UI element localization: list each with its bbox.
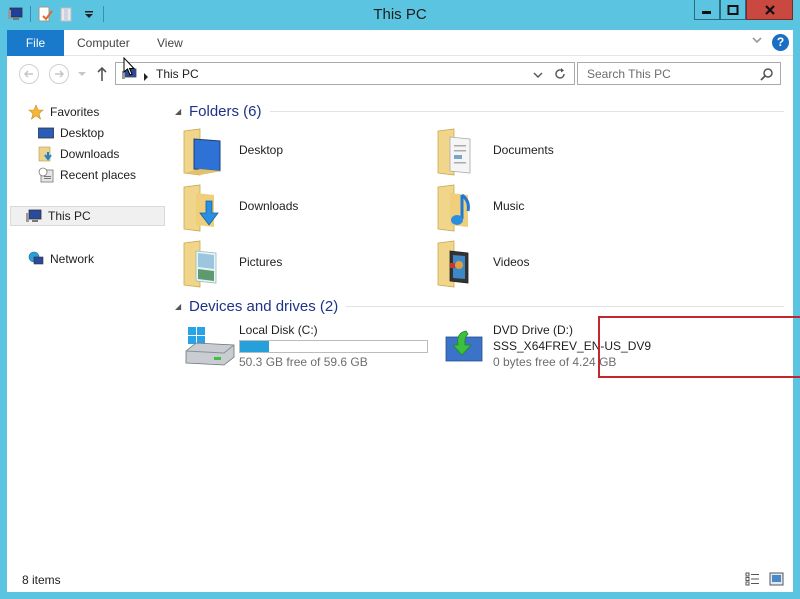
folder-name: Videos [493, 255, 530, 269]
desktop-folder-icon [183, 128, 222, 176]
sidebar-item-recent-places[interactable]: Recent places [38, 165, 136, 185]
collapse-triangle-icon[interactable]: ◢ [172, 302, 189, 311]
group-divider [269, 110, 784, 112]
up-arrow-icon [97, 66, 107, 81]
tab-view[interactable]: View [157, 30, 183, 56]
window-title: This PC [373, 6, 427, 23]
up-button[interactable] [96, 66, 108, 85]
chevron-down-icon [752, 37, 762, 44]
star-icon [28, 104, 44, 120]
group-divider [346, 305, 784, 307]
collapse-triangle-icon[interactable]: ◢ [172, 107, 189, 116]
search-icon[interactable] [760, 67, 774, 84]
dvd-drive-icon [445, 330, 483, 362]
sidebar-item-label: Recent places [60, 168, 137, 182]
folder-documents[interactable]: Documents [426, 125, 666, 179]
refresh-button[interactable] [553, 67, 567, 84]
sidebar-item-label: Network [50, 252, 95, 266]
folder-pictures[interactable]: Pictures [172, 237, 412, 291]
maximize-button[interactable] [720, 0, 746, 20]
folder-music[interactable]: Music [426, 181, 666, 235]
forward-arrow-icon [55, 70, 65, 78]
tab-computer[interactable]: Computer [77, 30, 130, 56]
back-button[interactable] [19, 64, 39, 84]
drive-free-space: 50.3 GB free of 59.6 GB [239, 355, 368, 369]
videos-folder-icon [437, 240, 469, 288]
search-input[interactable]: Search This PC [587, 67, 671, 81]
breadcrumb-separator-icon[interactable] [143, 70, 149, 84]
folder-name: Documents [493, 143, 554, 157]
tab-file[interactable]: File [7, 30, 64, 56]
close-icon [764, 4, 775, 15]
minimize-icon [702, 10, 711, 14]
drive-name: DVD Drive (D:) [493, 323, 573, 337]
address-history-button[interactable] [532, 69, 544, 83]
forward-button[interactable] [49, 64, 69, 84]
sidebar-item-label: Downloads [60, 147, 120, 161]
sidebar-item-desktop[interactable]: Desktop [38, 123, 104, 143]
group-header-devices[interactable]: ◢ Devices and drives (2) [172, 295, 784, 317]
address-bar[interactable]: This PC [115, 62, 575, 85]
drive-local-disk-c[interactable]: Local Disk (C:) 50.3 GB free of 59.6 GB [172, 323, 432, 381]
hard-disk-icon [185, 327, 235, 366]
folder-name: Pictures [239, 255, 283, 269]
selection-highlight-box [598, 316, 800, 378]
sidebar-item-label: Favorites [50, 105, 100, 119]
desktop-icon [38, 127, 54, 139]
close-button[interactable] [746, 0, 793, 20]
folder-name: Desktop [239, 143, 284, 157]
sidebar-item-downloads[interactable]: Downloads [38, 144, 119, 164]
content-area: Favorites Desktop Downloads Recent place… [7, 92, 800, 568]
item-count: 8 items [22, 573, 61, 587]
details-view-button[interactable] [745, 572, 760, 586]
details-view-icon [745, 572, 759, 586]
ribbon: File Computer View ? [7, 30, 793, 56]
title-bar: This PC [0, 0, 800, 30]
downloads-folder-icon [183, 184, 219, 232]
drive-usage-bar [239, 340, 428, 353]
sidebar-item-this-pc[interactable]: This PC [10, 206, 165, 226]
chevron-down-icon [533, 72, 543, 78]
minimize-button[interactable] [694, 0, 720, 20]
folder-name: Music [493, 199, 525, 213]
maximize-icon [727, 4, 739, 15]
items-view: ◢ Folders (6) Desktop Documents Download… [172, 92, 800, 568]
chevron-down-icon [78, 72, 86, 76]
recent-places-icon [38, 167, 54, 183]
refresh-icon [555, 68, 565, 79]
help-button[interactable]: ? [772, 34, 789, 51]
recent-locations-button[interactable] [77, 68, 87, 82]
navigation-pane: Favorites Desktop Downloads Recent place… [7, 92, 167, 568]
group-header-folders[interactable]: ◢ Folders (6) [172, 100, 784, 122]
large-icons-view-button[interactable] [769, 572, 784, 586]
large-icons-view-icon [769, 572, 784, 586]
window-controls [694, 0, 793, 20]
drive-usage-fill [240, 341, 270, 352]
sidebar-item-network[interactable]: Network [28, 249, 94, 269]
search-box[interactable]: Search This PC [577, 62, 781, 85]
folder-desktop[interactable]: Desktop [172, 125, 412, 179]
documents-folder-icon [437, 128, 471, 176]
status-bar: 8 items [7, 568, 793, 592]
drive-name: Local Disk (C:) [239, 323, 318, 337]
breadcrumb-this-pc[interactable]: This PC [156, 67, 199, 81]
folder-name: Downloads [239, 199, 299, 213]
drive-dvd-d[interactable]: DVD Drive (D:) SSS_X64FREV_EN-US_DV9 0 b… [426, 323, 651, 381]
sidebar-item-favorites[interactable]: Favorites [28, 102, 99, 122]
network-icon [28, 251, 44, 265]
back-arrow-icon [23, 70, 33, 78]
mouse-cursor-icon [123, 57, 136, 76]
explorer-window: This PC File Computer View ? This PC Sea… [0, 0, 800, 599]
folder-downloads[interactable]: Downloads [172, 181, 412, 235]
computer-icon [26, 209, 42, 222]
expand-ribbon-button[interactable] [751, 34, 763, 48]
folder-videos[interactable]: Videos [426, 237, 666, 291]
sidebar-item-label: Desktop [60, 126, 105, 140]
downloads-icon [38, 146, 52, 162]
sidebar-item-label: This PC [48, 209, 91, 223]
music-folder-icon [437, 184, 470, 232]
pictures-folder-icon [183, 240, 217, 288]
